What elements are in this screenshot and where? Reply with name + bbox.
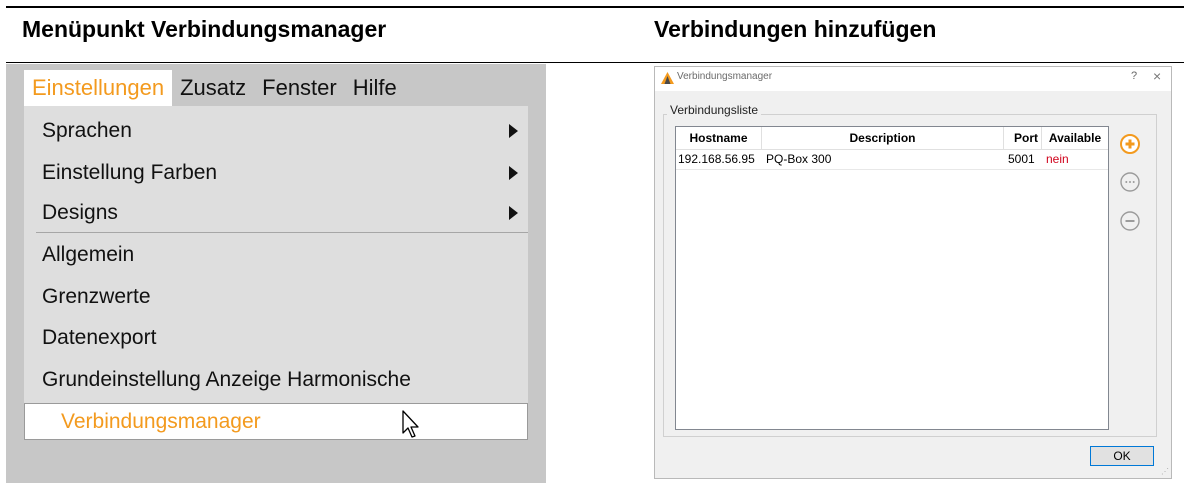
menu-einstellungen[interactable]: Einstellungen (24, 70, 173, 106)
table-header: Hostname Description Port Available (676, 127, 1108, 150)
ok-button[interactable]: OK (1090, 446, 1154, 466)
menu-item-designs[interactable]: Designs (24, 192, 528, 234)
add-circle-icon[interactable] (1119, 133, 1141, 155)
cell-hostname: 192.168.56.95 (678, 152, 755, 166)
dialog-title: Verbindungsmanager (677, 71, 773, 82)
menu-hilfe[interactable]: Hilfe (345, 70, 405, 106)
menu-item-allgemein[interactable]: Allgemein (24, 234, 528, 276)
submenu-arrow-icon (509, 206, 518, 220)
menu-item-label: Allgemein (42, 243, 135, 266)
close-button[interactable]: × (1153, 68, 1161, 84)
remove-circle-icon[interactable] (1119, 210, 1141, 232)
left-section-title: Menüpunkt Verbindungsmanager (22, 16, 387, 42)
menu-item-einstellung-farben[interactable]: Einstellung Farben (24, 152, 528, 194)
mouse-pointer-icon (402, 410, 419, 438)
column-header-port[interactable]: Port (1004, 127, 1042, 149)
resize-grip-icon[interactable]: ⋰ (1161, 467, 1169, 476)
menu-item-label: Datenexport (42, 326, 157, 349)
menu-item-sprachen[interactable]: Sprachen (24, 110, 528, 152)
cell-available: nein (1046, 152, 1069, 166)
column-header-hostname[interactable]: Hostname (676, 127, 762, 149)
table-row[interactable]: 192.168.56.95 PQ-Box 300 5001 nein (676, 149, 1108, 170)
menu-item-label: Einstellung Farben (42, 161, 218, 184)
menu-screenshot: Einstellungen Zusatz Fenster Hilfe Sprac… (6, 64, 546, 483)
menubar: Einstellungen Zusatz Fenster Hilfe (24, 70, 405, 106)
menu-item-verbindungsmanager[interactable]: Verbindungsmanager (24, 403, 528, 440)
menu-item-label: Grundeinstellung Anzeige Harmonische (42, 368, 411, 391)
column-header-available[interactable]: Available (1042, 127, 1108, 149)
menu-item-label: Designs (42, 201, 118, 224)
column-header-description[interactable]: Description (762, 127, 1004, 149)
menu-item-label: Sprachen (42, 119, 132, 142)
menu-item-datenexport[interactable]: Datenexport (24, 317, 528, 359)
menu-separator (36, 232, 528, 233)
menu-item-label: Verbindungsmanager (61, 410, 261, 433)
submenu-arrow-icon (509, 166, 518, 180)
menu-zusatz[interactable]: Zusatz (172, 70, 254, 106)
menu-item-label: Grenzwerte (42, 285, 151, 308)
app-logo-icon (661, 72, 674, 84)
submenu-arrow-icon (509, 124, 518, 138)
connection-manager-dialog: Verbindungsmanager ? × Verbindungsliste … (654, 66, 1172, 479)
connection-table[interactable]: Hostname Description Port Available 192.… (675, 126, 1109, 430)
header-top-rule (6, 6, 1184, 8)
dialog-titlebar: Verbindungsmanager ? × (655, 67, 1171, 91)
settings-dropdown: Sprachen Einstellung Farben Designs Allg… (24, 106, 528, 438)
menu-item-grundeinstellung-harmonische[interactable]: Grundeinstellung Anzeige Harmonische (24, 359, 528, 401)
right-section-title: Verbindungen hinzufügen (654, 16, 937, 42)
menu-fenster[interactable]: Fenster (254, 70, 345, 106)
help-button[interactable]: ? (1131, 70, 1137, 82)
cell-port: 5001 (1008, 152, 1035, 166)
cell-description: PQ-Box 300 (766, 152, 832, 166)
menu-item-grenzwerte[interactable]: Grenzwerte (24, 276, 528, 318)
more-circle-icon[interactable] (1119, 171, 1141, 193)
header-bottom-rule (6, 62, 1184, 63)
group-label: Verbindungsliste (667, 103, 762, 117)
